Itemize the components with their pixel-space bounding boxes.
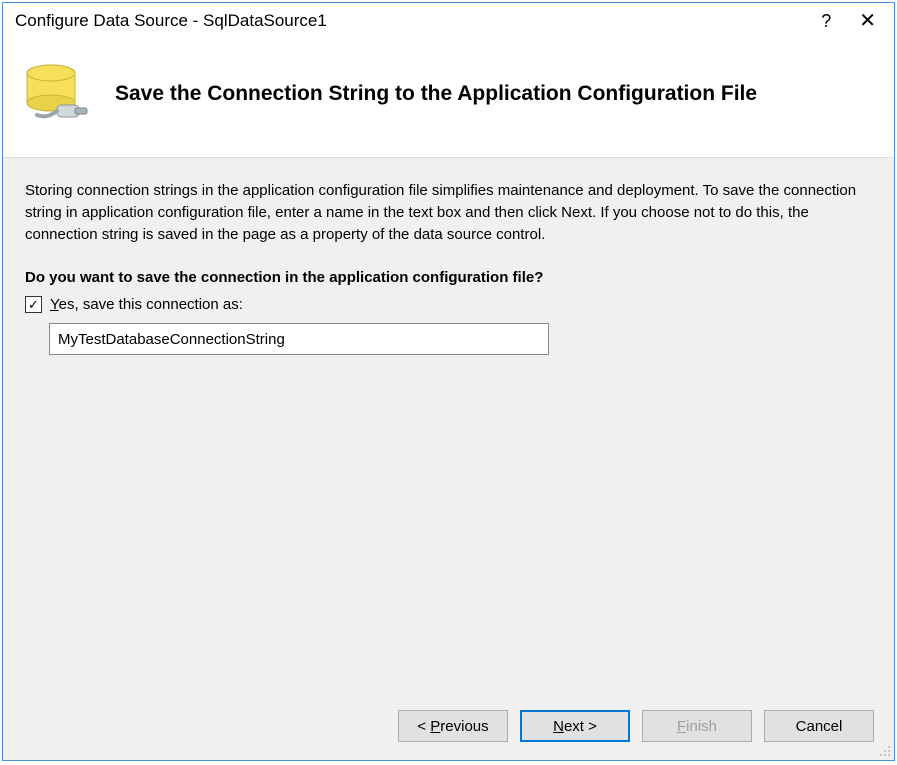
previous-button[interactable]: < Previous: [398, 710, 508, 742]
close-icon[interactable]: ✕: [859, 11, 882, 31]
resize-grip-icon[interactable]: [877, 743, 891, 757]
titlebar-controls: ? ✕: [821, 11, 882, 31]
wizard-content: Storing connection strings in the applic…: [3, 157, 894, 696]
titlebar: Configure Data Source - SqlDataSource1 ?…: [3, 3, 894, 37]
page-title: Save the Connection String to the Applic…: [115, 82, 757, 106]
description-text: Storing connection strings in the applic…: [25, 180, 872, 245]
help-icon[interactable]: ?: [821, 12, 831, 30]
save-connection-label[interactable]: Yes, save this connection as:: [50, 296, 243, 313]
database-icon: [17, 55, 95, 133]
save-connection-row: ✓ Yes, save this connection as:: [25, 296, 872, 313]
next-button[interactable]: Next >: [520, 710, 630, 742]
finish-button: Finish: [642, 710, 752, 742]
wizard-footer: < Previous Next > Finish Cancel: [3, 696, 894, 760]
cancel-button[interactable]: Cancel: [764, 710, 874, 742]
window-title: Configure Data Source - SqlDataSource1: [15, 11, 821, 31]
wizard-window: Configure Data Source - SqlDataSource1 ?…: [2, 2, 895, 761]
question-text: Do you want to save the connection in th…: [25, 269, 872, 286]
save-connection-checkbox[interactable]: ✓: [25, 296, 42, 313]
content-spacer: [25, 355, 872, 686]
connection-name-input[interactable]: [49, 323, 549, 355]
wizard-header: Save the Connection String to the Applic…: [3, 37, 894, 157]
